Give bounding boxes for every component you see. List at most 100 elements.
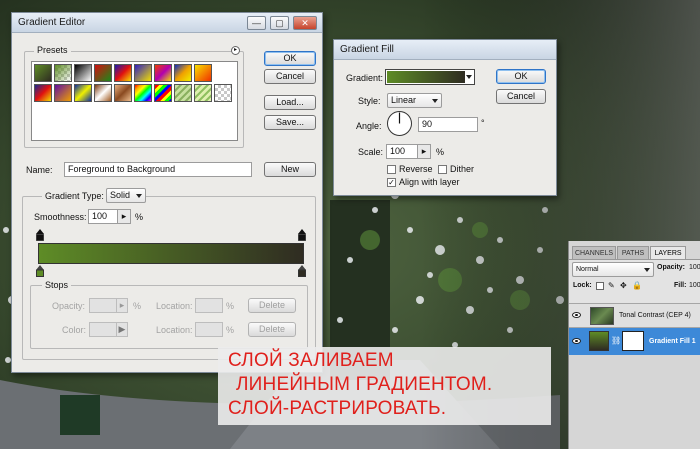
color-stop-right[interactable]: [298, 265, 306, 277]
chain-link-icon: ⛓: [611, 336, 622, 345]
dither-checkbox[interactable]: [438, 165, 447, 174]
preset-swatch[interactable]: [34, 84, 52, 102]
layer-name: Tonal Contrast (CEP 4): [619, 312, 691, 319]
color-location-label: Location:: [156, 325, 193, 335]
maximize-button[interactable]: ▢: [270, 16, 289, 30]
cancel-button[interactable]: Cancel: [496, 89, 546, 104]
align-with-layer-checkbox[interactable]: ✓: [387, 178, 396, 187]
lock-paint-icon[interactable]: ✎: [608, 281, 615, 290]
ok-button[interactable]: OK: [496, 69, 546, 84]
tab-paths[interactable]: PATHS: [617, 246, 649, 259]
smoothness-percent: %: [135, 212, 144, 222]
tab-layers[interactable]: LAYERS: [650, 246, 686, 259]
gradient-preview-bar[interactable]: [38, 243, 304, 264]
caption-line-2: ЛИНЕЙНЫМ ГРАДИЕНТОМ.: [236, 374, 493, 395]
opacity-stepper[interactable]: ▸: [116, 298, 128, 313]
style-select[interactable]: Linear: [387, 93, 442, 108]
smoothness-stepper[interactable]: ▸: [117, 209, 131, 224]
color-label: Color:: [62, 325, 87, 335]
lock-all-icon[interactable]: 🔒: [632, 281, 642, 290]
preset-swatch[interactable]: [114, 84, 132, 102]
opacity-field[interactable]: [89, 298, 117, 313]
angle-field[interactable]: 90: [418, 117, 478, 132]
load-button[interactable]: Load...: [264, 95, 316, 110]
reverse-checkbox[interactable]: [387, 165, 396, 174]
preset-swatch[interactable]: [174, 64, 192, 82]
opacity-stop-left[interactable]: [36, 229, 44, 241]
layer-thumbnail: [590, 307, 614, 325]
preset-swatch[interactable]: [54, 84, 72, 102]
preset-swatch[interactable]: [174, 84, 192, 102]
smoothness-label: Smoothness:: [34, 212, 87, 222]
gradient-label: Gradient:: [346, 73, 384, 83]
color-field[interactable]: [89, 322, 117, 337]
fill-value[interactable]: 100: [689, 282, 700, 289]
caption-line-1: СЛОЙ ЗАЛИВАЕМ: [228, 350, 394, 371]
opacity-value[interactable]: 100: [689, 264, 700, 271]
scale-stepper[interactable]: ▸: [417, 144, 431, 159]
preset-swatch[interactable]: [134, 64, 152, 82]
scale-field[interactable]: 100: [386, 144, 418, 159]
smoothness-field[interactable]: 100: [88, 209, 118, 224]
fill-label: Fill:: [674, 282, 687, 289]
preset-swatch[interactable]: [74, 64, 92, 82]
preset-swatch[interactable]: [154, 84, 172, 102]
gradient-name-field[interactable]: Foreground to Background: [64, 162, 252, 177]
dialog-title: Gradient Fill: [340, 44, 394, 55]
cancel-button[interactable]: Cancel: [264, 69, 316, 84]
layers-panel: CHANNELS PATHS LAYERS Normal Opacity: 10…: [568, 241, 700, 449]
preset-swatch[interactable]: [94, 84, 112, 102]
layer-row-selected[interactable]: ⛓ Gradient Fill 1: [569, 327, 700, 355]
opacity-label: Opacity:: [657, 264, 686, 271]
new-button[interactable]: New: [264, 162, 316, 177]
angle-degree: °: [481, 118, 485, 128]
chevron-down-icon: [432, 99, 438, 103]
opacity-stop-right[interactable]: [298, 229, 306, 241]
preset-swatch[interactable]: [94, 64, 112, 82]
opacity-location-field[interactable]: [195, 298, 223, 313]
color-stepper[interactable]: ▶: [116, 322, 128, 337]
lock-transparent-icon[interactable]: [596, 282, 604, 290]
eye-icon[interactable]: [572, 338, 581, 344]
scale-label: Scale:: [358, 147, 384, 157]
close-button[interactable]: ✕: [293, 16, 317, 30]
gradient-type-value: Solid: [110, 190, 131, 200]
presets-grid: [31, 61, 238, 141]
preset-swatch[interactable]: [214, 84, 232, 102]
layer-row[interactable]: Tonal Contrast (CEP 4): [569, 303, 700, 327]
minimize-button[interactable]: —: [247, 16, 266, 30]
save-button[interactable]: Save...: [264, 115, 316, 130]
lock-label: Lock:: [573, 282, 592, 289]
preset-swatch[interactable]: [154, 64, 172, 82]
gradient-type-select[interactable]: Solid: [106, 188, 146, 203]
instruction-caption: СЛОЙ ЗАЛИВАЕМ ЛИНЕЙНЫМ ГРАДИЕНТОМ. СЛОЙ-…: [218, 347, 551, 425]
angle-dial[interactable]: [386, 110, 413, 137]
preset-swatch[interactable]: [54, 64, 72, 82]
reverse-label: Reverse: [399, 164, 433, 174]
blend-mode-select[interactable]: Normal: [572, 262, 654, 277]
gradient-picker[interactable]: [385, 69, 475, 85]
color-delete-button[interactable]: Delete: [248, 322, 296, 337]
preset-swatch[interactable]: [114, 64, 132, 82]
preset-swatch[interactable]: [134, 84, 152, 102]
preset-swatch[interactable]: [194, 64, 212, 82]
opacity-location-label: Location:: [156, 301, 193, 311]
color-stop-left[interactable]: [36, 265, 44, 277]
preset-swatch[interactable]: [74, 84, 92, 102]
lock-move-icon[interactable]: ✥: [620, 281, 627, 290]
preset-swatch[interactable]: [194, 84, 212, 102]
align-with-layer-label: Align with layer: [399, 177, 460, 187]
opacity-location-percent: %: [226, 301, 235, 311]
eye-icon[interactable]: [572, 312, 581, 318]
opacity-delete-button[interactable]: Delete: [248, 298, 296, 313]
gradient-fill-dialog: Gradient Fill Gradient: OK Cancel Style:…: [333, 39, 557, 196]
ok-button[interactable]: OK: [264, 51, 316, 66]
presets-menu-icon[interactable]: ▸: [231, 46, 240, 55]
tab-channels[interactable]: CHANNELS: [572, 246, 616, 259]
preset-swatch[interactable]: [34, 64, 52, 82]
color-location-field[interactable]: [195, 322, 223, 337]
gradient-fill-titlebar[interactable]: Gradient Fill: [334, 40, 556, 60]
style-value: Linear: [391, 95, 417, 105]
gradient-editor-titlebar[interactable]: Gradient Editor — ▢ ✕: [12, 13, 322, 33]
gradient-type-label: Gradient Type:: [42, 191, 107, 201]
